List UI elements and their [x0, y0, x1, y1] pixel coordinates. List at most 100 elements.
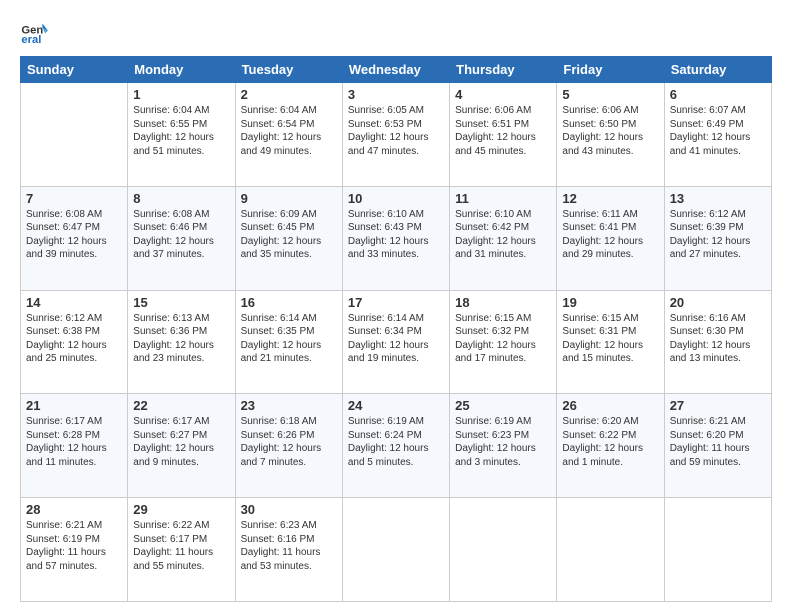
- day-number: 1: [133, 87, 229, 102]
- day-number: 14: [26, 295, 122, 310]
- table-row: 29 Sunrise: 6:22 AMSunset: 6:17 PMDayligh…: [128, 498, 235, 602]
- cell-info: Sunrise: 6:08 AMSunset: 6:47 PMDaylight:…: [26, 209, 107, 261]
- table-row: 1 Sunrise: 6:04 AMSunset: 6:55 PMDaylight…: [128, 83, 235, 187]
- table-row: 14 Sunrise: 6:12 AMSunset: 6:38 PMDayligh…: [21, 290, 128, 394]
- header-monday: Monday: [128, 57, 235, 83]
- day-number: 22: [133, 398, 229, 413]
- table-row: 13 Sunrise: 6:12 AMSunset: 6:39 PMDayligh…: [664, 186, 771, 290]
- day-number: 18: [455, 295, 551, 310]
- svg-text:eral: eral: [21, 34, 41, 46]
- day-number: 30: [241, 502, 337, 517]
- table-row: 28Sunrise: 6:21 AMSunset: 6:19 PMDayligh…: [21, 498, 128, 602]
- day-number: 11: [455, 191, 551, 206]
- table-row: 22 Sunrise: 6:17 AMSunset: 6:27 PMDayligh…: [128, 394, 235, 498]
- day-number: 6: [670, 87, 766, 102]
- table-row: 11 Sunrise: 6:10 AMSunset: 6:42 PMDayligh…: [450, 186, 557, 290]
- day-number: 23: [241, 398, 337, 413]
- cell-info: Sunrise: 6:23 AMSunset: 6:16 PMDaylight:…: [241, 520, 321, 572]
- header-tuesday: Tuesday: [235, 57, 342, 83]
- cell-info: Sunrise: 6:12 AMSunset: 6:39 PMDaylight:…: [670, 209, 751, 261]
- header-friday: Friday: [557, 57, 664, 83]
- day-number: 8: [133, 191, 229, 206]
- day-number: 20: [670, 295, 766, 310]
- table-row: 10 Sunrise: 6:10 AMSunset: 6:43 PMDayligh…: [342, 186, 449, 290]
- table-row: 4 Sunrise: 6:06 AMSunset: 6:51 PMDaylight…: [450, 83, 557, 187]
- cell-info: Sunrise: 6:10 AMSunset: 6:42 PMDaylight:…: [455, 209, 536, 261]
- cell-info: Sunrise: 6:04 AMSunset: 6:54 PMDaylight:…: [241, 105, 322, 157]
- cell-info: Sunrise: 6:05 AMSunset: 6:53 PMDaylight:…: [348, 105, 429, 157]
- day-number: 28: [26, 502, 122, 517]
- table-row: 2 Sunrise: 6:04 AMSunset: 6:54 PMDaylight…: [235, 83, 342, 187]
- day-number: 25: [455, 398, 551, 413]
- cell-info: Sunrise: 6:08 AMSunset: 6:46 PMDaylight:…: [133, 209, 214, 261]
- table-row: 12 Sunrise: 6:11 AMSunset: 6:41 PMDayligh…: [557, 186, 664, 290]
- cell-info: Sunrise: 6:15 AMSunset: 6:32 PMDaylight:…: [455, 313, 536, 365]
- table-row: 6 Sunrise: 6:07 AMSunset: 6:49 PMDaylight…: [664, 83, 771, 187]
- header-sunday: Sunday: [21, 57, 128, 83]
- cell-info: Sunrise: 6:10 AMSunset: 6:43 PMDaylight:…: [348, 209, 429, 261]
- table-row: 30 Sunrise: 6:23 AMSunset: 6:16 PMDayligh…: [235, 498, 342, 602]
- day-number: 24: [348, 398, 444, 413]
- day-number: 21: [26, 398, 122, 413]
- cell-info: Sunrise: 6:13 AMSunset: 6:36 PMDaylight:…: [133, 313, 214, 365]
- cell-info: Sunrise: 6:06 AMSunset: 6:51 PMDaylight:…: [455, 105, 536, 157]
- cell-info: Sunrise: 6:20 AMSunset: 6:22 PMDaylight:…: [562, 416, 643, 468]
- day-number: 15: [133, 295, 229, 310]
- day-number: 13: [670, 191, 766, 206]
- day-number: 4: [455, 87, 551, 102]
- cell-info: Sunrise: 6:18 AMSunset: 6:26 PMDaylight:…: [241, 416, 322, 468]
- cell-info: Sunrise: 6:12 AMSunset: 6:38 PMDaylight:…: [26, 313, 107, 365]
- calendar-week-row: 7 Sunrise: 6:08 AMSunset: 6:47 PMDaylight…: [21, 186, 772, 290]
- cell-info: Sunrise: 6:22 AMSunset: 6:17 PMDaylight:…: [133, 520, 213, 572]
- calendar-week-row: 14 Sunrise: 6:12 AMSunset: 6:38 PMDayligh…: [21, 290, 772, 394]
- table-row: 9Sunrise: 6:09 AMSunset: 6:45 PMDaylight…: [235, 186, 342, 290]
- calendar-week-row: 1 Sunrise: 6:04 AMSunset: 6:55 PMDaylight…: [21, 83, 772, 187]
- calendar-table: Sunday Monday Tuesday Wednesday Thursday…: [20, 56, 772, 602]
- table-row: 15 Sunrise: 6:13 AMSunset: 6:36 PMDayligh…: [128, 290, 235, 394]
- table-row: 24Sunrise: 6:19 AMSunset: 6:24 PMDayligh…: [342, 394, 449, 498]
- table-row: [450, 498, 557, 602]
- table-row: 8 Sunrise: 6:08 AMSunset: 6:46 PMDaylight…: [128, 186, 235, 290]
- header-wednesday: Wednesday: [342, 57, 449, 83]
- header-thursday: Thursday: [450, 57, 557, 83]
- cell-info: Sunrise: 6:21 AMSunset: 6:20 PMDaylight:…: [670, 416, 750, 468]
- day-number: 2: [241, 87, 337, 102]
- day-number: 3: [348, 87, 444, 102]
- cell-info: Sunrise: 6:14 AMSunset: 6:35 PMDaylight:…: [241, 313, 322, 365]
- cell-info: Sunrise: 6:06 AMSunset: 6:50 PMDaylight:…: [562, 105, 643, 157]
- day-number: 27: [670, 398, 766, 413]
- day-number: 29: [133, 502, 229, 517]
- cell-info: Sunrise: 6:17 AMSunset: 6:28 PMDaylight:…: [26, 416, 107, 468]
- day-number: 10: [348, 191, 444, 206]
- page: Gen eral Sunday Monday Tuesday We: [0, 0, 792, 612]
- cell-info: Sunrise: 6:07 AMSunset: 6:49 PMDaylight:…: [670, 105, 751, 157]
- table-row: [21, 83, 128, 187]
- table-row: 3 Sunrise: 6:05 AMSunset: 6:53 PMDaylight…: [342, 83, 449, 187]
- header: Gen eral: [20, 18, 772, 46]
- cell-info: Sunrise: 6:15 AMSunset: 6:31 PMDaylight:…: [562, 313, 643, 365]
- cell-info: Sunrise: 6:09 AMSunset: 6:45 PMDaylight:…: [241, 209, 322, 261]
- table-row: 27 Sunrise: 6:21 AMSunset: 6:20 PMDayligh…: [664, 394, 771, 498]
- day-number: 12: [562, 191, 658, 206]
- header-saturday: Saturday: [664, 57, 771, 83]
- calendar-header-row: Sunday Monday Tuesday Wednesday Thursday…: [21, 57, 772, 83]
- table-row: 16 Sunrise: 6:14 AMSunset: 6:35 PMDayligh…: [235, 290, 342, 394]
- table-row: 17Sunrise: 6:14 AMSunset: 6:34 PMDayligh…: [342, 290, 449, 394]
- cell-info: Sunrise: 6:14 AMSunset: 6:34 PMDaylight:…: [348, 313, 429, 365]
- logo: Gen eral: [20, 18, 52, 46]
- day-number: 19: [562, 295, 658, 310]
- cell-info: Sunrise: 6:04 AMSunset: 6:55 PMDaylight:…: [133, 105, 214, 157]
- calendar-week-row: 28Sunrise: 6:21 AMSunset: 6:19 PMDayligh…: [21, 498, 772, 602]
- table-row: 19 Sunrise: 6:15 AMSunset: 6:31 PMDayligh…: [557, 290, 664, 394]
- table-row: [664, 498, 771, 602]
- logo-icon: Gen eral: [20, 18, 48, 46]
- calendar-week-row: 21 Sunrise: 6:17 AMSunset: 6:28 PMDayligh…: [21, 394, 772, 498]
- day-number: 7: [26, 191, 122, 206]
- table-row: 26Sunrise: 6:20 AMSunset: 6:22 PMDayligh…: [557, 394, 664, 498]
- table-row: [342, 498, 449, 602]
- table-row: 18 Sunrise: 6:15 AMSunset: 6:32 PMDayligh…: [450, 290, 557, 394]
- cell-info: Sunrise: 6:19 AMSunset: 6:23 PMDaylight:…: [455, 416, 536, 468]
- cell-info: Sunrise: 6:17 AMSunset: 6:27 PMDaylight:…: [133, 416, 214, 468]
- day-number: 16: [241, 295, 337, 310]
- cell-info: Sunrise: 6:11 AMSunset: 6:41 PMDaylight:…: [562, 209, 643, 261]
